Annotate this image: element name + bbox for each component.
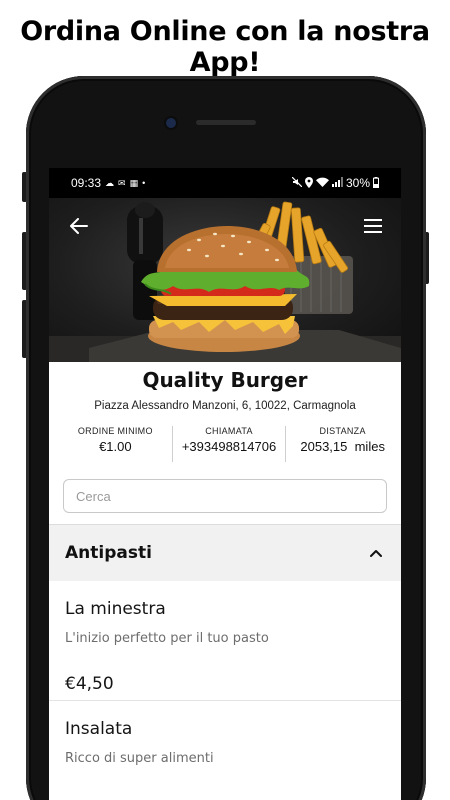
wifi-icon — [315, 177, 329, 189]
earpiece-speaker — [196, 120, 256, 125]
item-price: €4,50 — [65, 674, 114, 694]
item-description: Ricco di super alimenti — [65, 751, 214, 766]
restaurant-name: Quality Burger — [142, 368, 308, 392]
search-input[interactable] — [63, 479, 387, 513]
signal-icon — [331, 177, 343, 189]
restaurant-info: Quality Burger Piazza Alessandro Manzoni… — [49, 362, 401, 412]
email-icon: ✉ — [118, 177, 126, 188]
item-name: Insalata — [65, 719, 133, 739]
category-header-antipasti[interactable]: Antipasti — [49, 525, 401, 581]
stat-label: ORDINE MINIMO — [77, 426, 153, 436]
hero-image — [49, 198, 401, 362]
stat-value: €1.00 — [99, 439, 132, 454]
app-screen: 09:33 ☁ ✉ ▦ • 30% Quality Burger Piazza … — [49, 168, 401, 800]
dot-icon: • — [142, 178, 146, 188]
arrow-left-icon — [70, 218, 88, 234]
item-name: La minestra — [65, 599, 166, 619]
image-icon: ▦ — [129, 177, 139, 188]
status-bar: 09:33 ☁ ✉ ▦ • 30% — [49, 168, 401, 198]
stat-label: CHIAMATA — [205, 426, 253, 436]
mute-icon — [291, 176, 303, 189]
stat-distance: DISTANZA 2053,15 miles — [285, 426, 399, 462]
chevron-up-icon[interactable] — [367, 544, 385, 562]
back-button[interactable] — [65, 212, 93, 240]
promo-headline: Ordina Online con la nostra App! — [20, 16, 430, 78]
restaurant-stats: ORDINE MINIMO €1.00 CHIAMATA +3934988147… — [59, 426, 399, 462]
battery-icon — [373, 176, 379, 190]
restaurant-address: Piazza Alessandro Manzoni, 6, 10022, Car… — [94, 400, 356, 412]
stat-label: DISTANZA — [319, 426, 366, 436]
location-icon — [304, 176, 313, 190]
stat-phone[interactable]: CHIAMATA +393498814706 — [171, 426, 286, 462]
burger-and-fries-photo — [49, 201, 401, 362]
menu-button[interactable] — [359, 212, 387, 240]
weather-icon: ☁ — [105, 177, 115, 188]
hamburger-menu-icon — [364, 219, 382, 233]
stat-minimum-order: ORDINE MINIMO €1.00 — [59, 426, 172, 462]
front-camera — [166, 118, 176, 128]
phone-number-link[interactable]: +393498814706 — [173, 439, 286, 454]
menu-item[interactable]: Insalata Ricco di super alimenti — [49, 701, 401, 800]
category-title: Antipasti — [65, 543, 152, 563]
stat-value: 2053,15 miles — [300, 439, 385, 454]
item-description: L'inizio perfetto per il tuo pasto — [65, 631, 269, 646]
status-time: 09:33 — [71, 176, 102, 190]
battery-level: 30% — [345, 176, 370, 190]
menu-item[interactable]: La minestra L'inizio perfetto per il tuo… — [49, 581, 401, 701]
